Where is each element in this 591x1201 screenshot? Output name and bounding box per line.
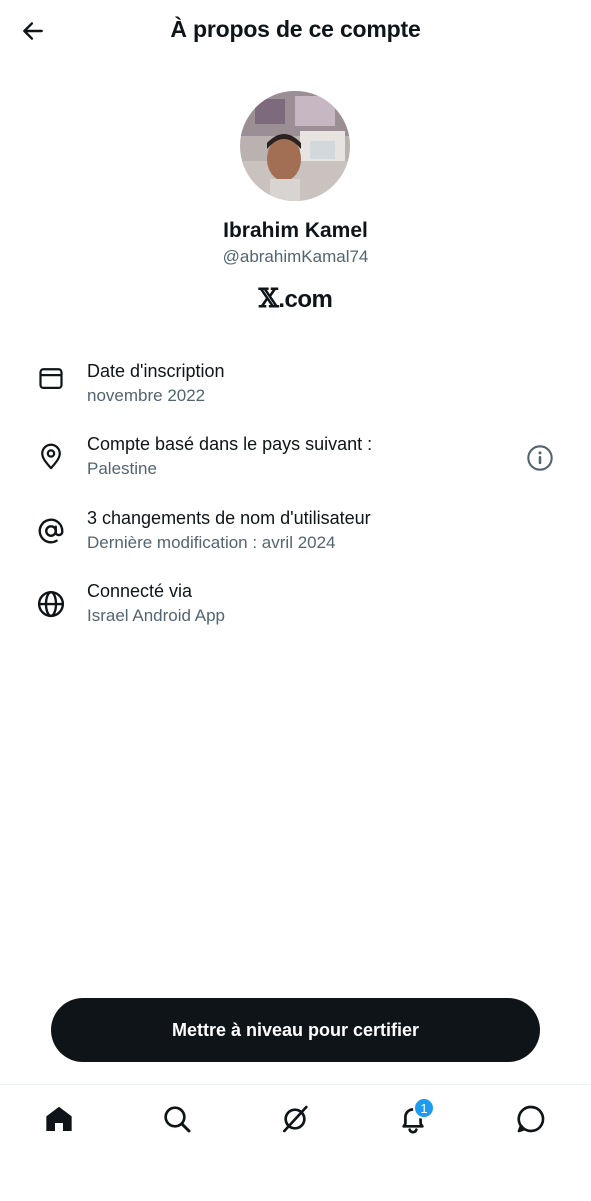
detail-value: Palestine	[87, 459, 157, 478]
info-button[interactable]	[525, 443, 555, 473]
info-icon	[527, 445, 553, 471]
upgrade-verify-button[interactable]: Mettre à niveau pour certifier	[51, 998, 540, 1062]
bottom-tab-bar: 1	[0, 1084, 591, 1201]
detail-value: Dernière modification : avril 2024	[87, 533, 336, 552]
tab-home[interactable]	[29, 1099, 89, 1139]
avatar[interactable]	[240, 91, 350, 201]
detail-label: Date d'inscription	[87, 361, 225, 381]
search-icon	[164, 1106, 191, 1133]
detail-row-country: Compte basé dans le pays suivant : Pales…	[0, 434, 591, 494]
avatar-photo	[240, 91, 350, 201]
detail-label: Compte basé dans le pays suivant :	[87, 434, 373, 454]
calendar-icon	[34, 361, 68, 395]
globe-icon	[34, 587, 68, 621]
tab-grok[interactable]	[265, 1099, 325, 1139]
tab-notifications[interactable]: 1	[383, 1097, 443, 1139]
detail-label: 3 changements de nom d'utilisateur	[87, 508, 371, 528]
grok-icon	[283, 1105, 308, 1133]
x-logo-icon: 𝕏	[258, 284, 279, 314]
tab-search[interactable]	[147, 1099, 207, 1139]
detail-value: Israel Android App	[87, 606, 225, 625]
detail-value: novembre 2022	[87, 386, 206, 405]
detail-row-username-changes: 3 changements de nom d'utilisateur Derni…	[0, 508, 591, 568]
location-pin-icon	[34, 440, 68, 474]
tab-messages[interactable]	[501, 1099, 561, 1139]
messages-icon	[517, 1105, 545, 1133]
page-title: À propos de ce compte	[170, 16, 421, 42]
home-icon	[46, 1106, 72, 1131]
at-sign-icon	[34, 514, 68, 548]
detail-row-connected-via: Connecté via Israel Android App	[0, 581, 591, 641]
platform-logo: 𝕏.com	[0, 284, 591, 314]
detail-row-join-date: Date d'inscription novembre 2022	[0, 361, 591, 421]
detail-label: Connecté via	[87, 581, 193, 601]
profile-name: Ibrahim Kamel	[223, 219, 368, 242]
header: À propos de ce compte	[0, 0, 591, 62]
notification-badge: 1	[413, 1097, 435, 1119]
platform-domain: .com	[278, 286, 333, 313]
profile-handle: @abrahimKamal74	[222, 247, 369, 266]
